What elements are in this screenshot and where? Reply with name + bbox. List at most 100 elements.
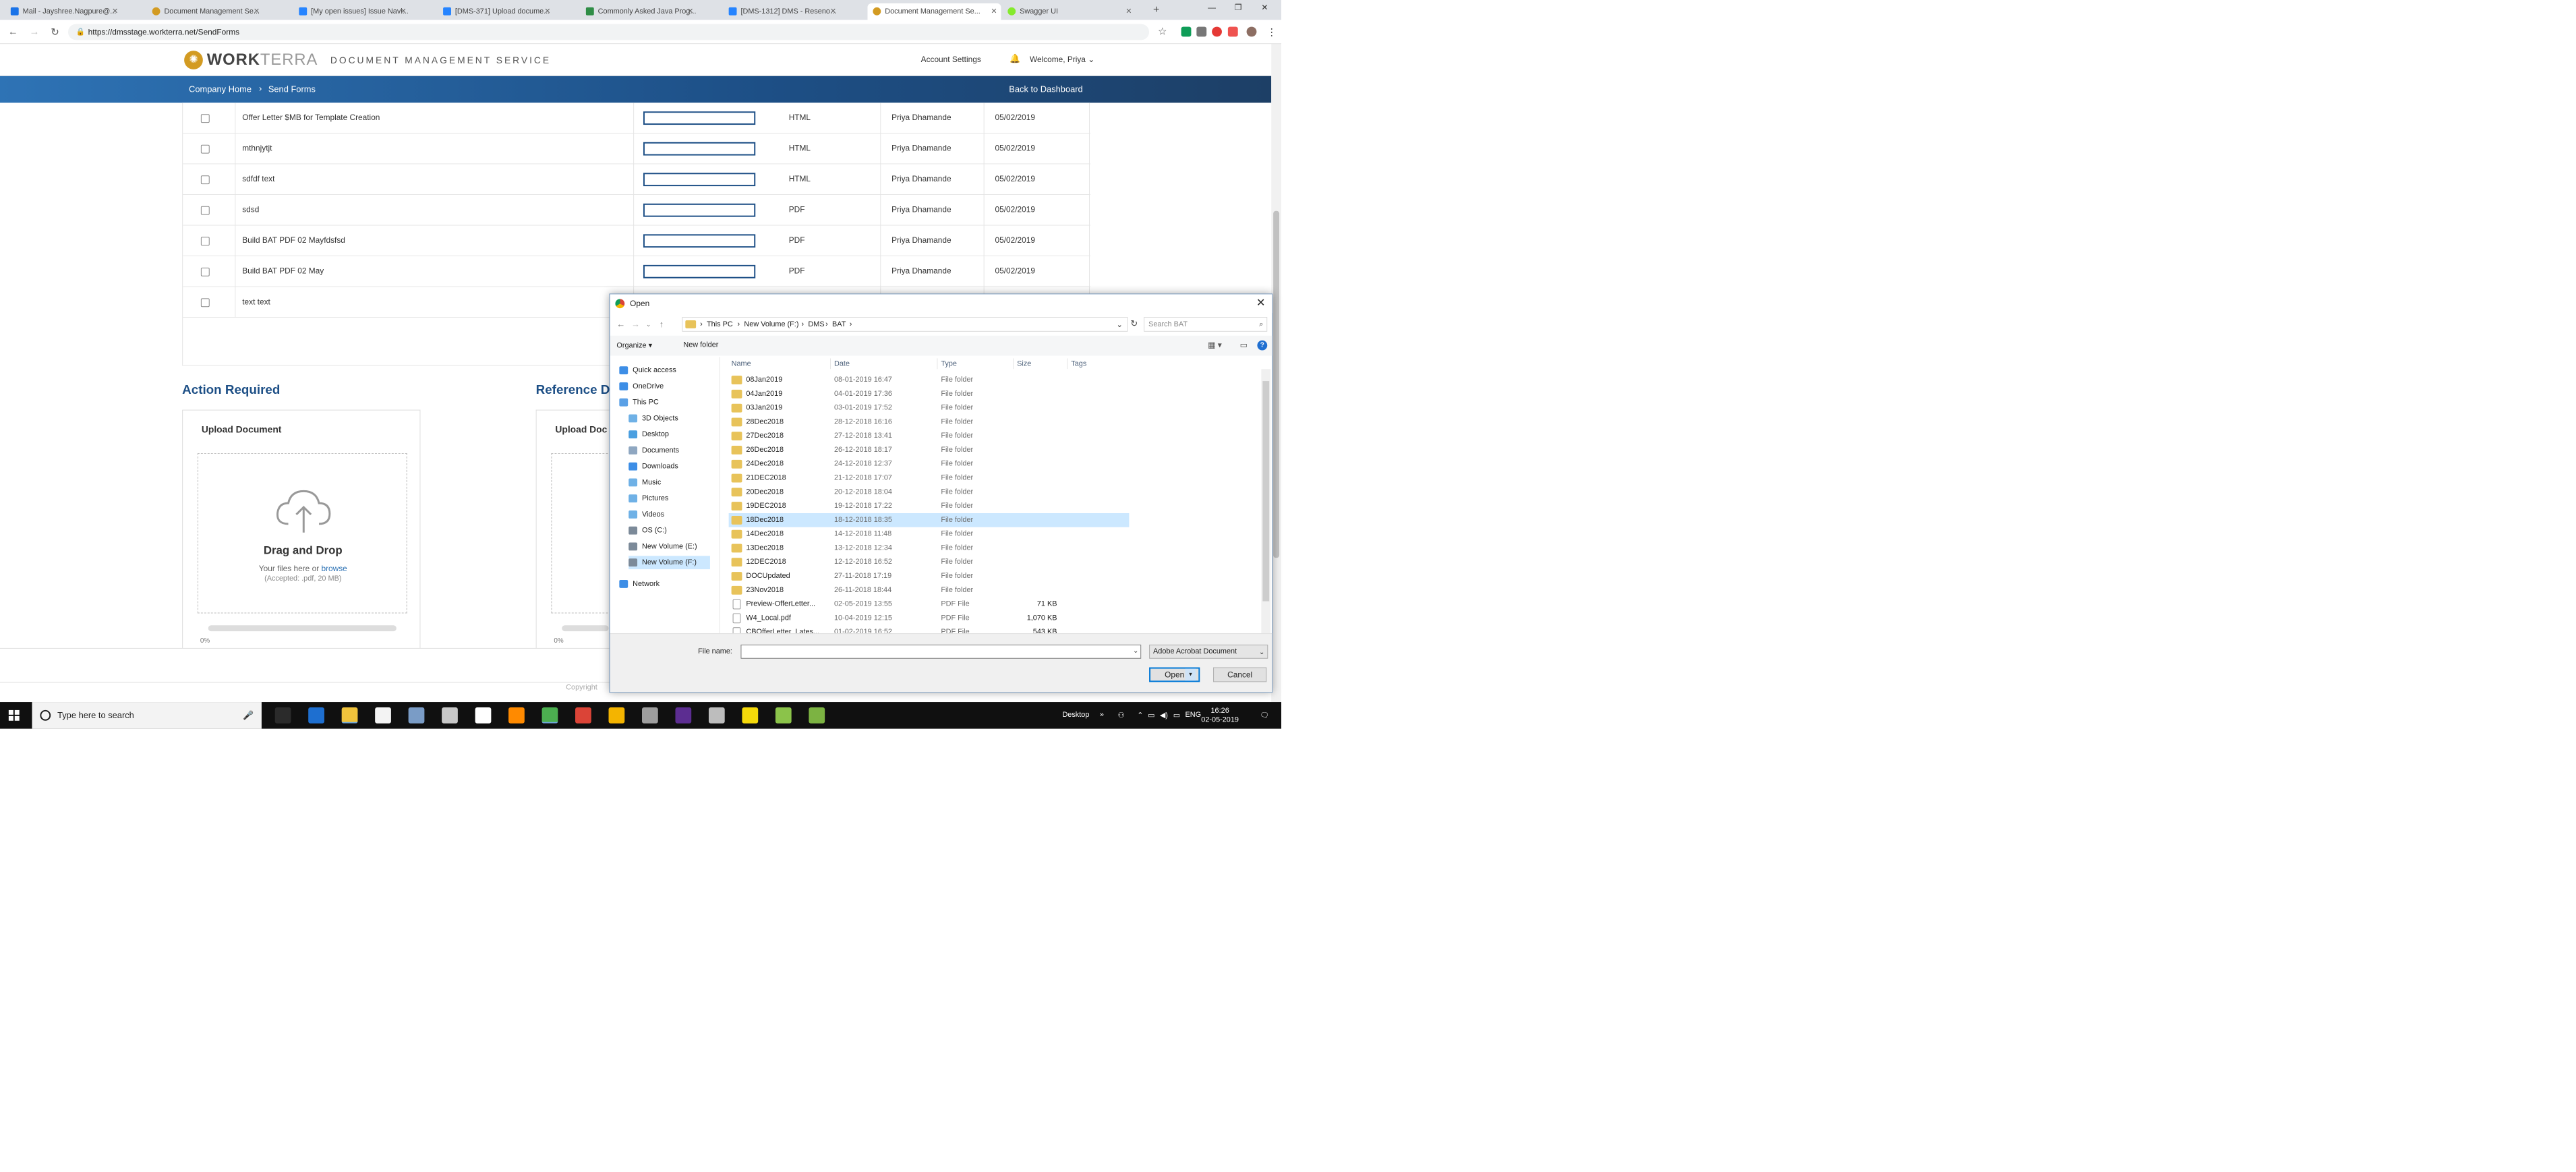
- row-checkbox[interactable]: [200, 144, 210, 154]
- nav-item-desktop[interactable]: Desktop: [628, 428, 669, 441]
- tab-dms-371[interactable]: [DMS-371] Upload docume... ✕: [438, 3, 554, 20]
- column-name[interactable]: Name: [732, 359, 751, 368]
- up-arrow-icon[interactable]: ↑: [660, 319, 664, 329]
- column-type[interactable]: Type: [941, 359, 957, 368]
- help-icon[interactable]: ?: [1257, 340, 1268, 351]
- tab-dms-1312[interactable]: [DMS-1312] DMS - Reseno... ✕: [724, 3, 840, 20]
- nav-item-os-c[interactable]: OS (C:): [628, 524, 667, 537]
- tab-swagger[interactable]: Swagger UI ✕: [1002, 3, 1136, 20]
- chrome-icon[interactable]: [541, 707, 558, 724]
- file-row[interactable]: 26Dec2018 26-12-2018 18:17 File folder: [729, 443, 1130, 457]
- toolbar-chevron-icon[interactable]: »: [1100, 711, 1104, 719]
- breadcrumb-company-home[interactable]: Company Home: [189, 84, 252, 94]
- nav-item-onedrive[interactable]: OneDrive: [619, 380, 664, 393]
- desktop-toolbar-label[interactable]: Desktop: [1062, 711, 1089, 719]
- welcome-menu[interactable]: Welcome, Priya ⌄: [1030, 55, 1094, 64]
- tab-jira-issues[interactable]: [My open issues] Issue Navi... ✕: [293, 3, 410, 20]
- nav-item-new-volume-e[interactable]: New Volume (E:): [628, 540, 697, 554]
- volume-icon[interactable]: ◀): [1160, 711, 1168, 720]
- row-checkbox[interactable]: [200, 267, 210, 276]
- path-breadcrumb[interactable]: › This PC › New Volume (F:) › DMS › BAT …: [682, 317, 1128, 332]
- file-row[interactable]: 19DEC2018 19-12-2018 17:22 File folder: [729, 499, 1130, 513]
- close-icon[interactable]: ✕: [254, 3, 260, 20]
- mail-icon[interactable]: [475, 707, 492, 724]
- notepad-plus-icon[interactable]: [775, 707, 792, 724]
- file-row[interactable]: 18Dec2018 18-12-2018 18:35 File folder: [728, 513, 1130, 527]
- file-row[interactable]: 28Dec2018 28-12-2018 16:16 File folder: [729, 415, 1130, 430]
- back-to-dashboard-link[interactable]: Back to Dashboard: [1009, 84, 1082, 94]
- minimize-button[interactable]: —: [1208, 3, 1216, 12]
- nav-item-videos[interactable]: Videos: [628, 508, 664, 521]
- row-checkbox[interactable]: [200, 206, 210, 215]
- ssms-icon[interactable]: [408, 707, 425, 724]
- windows-start-button[interactable]: [8, 709, 20, 721]
- column-tags[interactable]: Tags: [1071, 359, 1086, 368]
- people-icon[interactable]: ⚇: [1118, 711, 1125, 720]
- app-icon[interactable]: [809, 707, 825, 724]
- address-bar[interactable]: 🔒 https://dmsstage.workterra.net/SendFor…: [67, 24, 1150, 40]
- file-row[interactable]: 12DEC2018 12-12-2018 16:52 File folder: [729, 555, 1130, 569]
- reload-icon[interactable]: ↻: [51, 26, 59, 38]
- file-row[interactable]: 20Dec2018 20-12-2018 18:04 File folder: [729, 485, 1130, 499]
- network-icon[interactable]: ▭: [1148, 711, 1154, 720]
- close-icon[interactable]: ✕: [401, 3, 407, 20]
- organize-menu[interactable]: Organize ▾: [616, 341, 652, 350]
- page-scrollbar[interactable]: [1271, 44, 1282, 707]
- file-row[interactable]: 23Nov2018 26-11-2018 18:44 File folder: [729, 583, 1130, 597]
- window-close-button[interactable]: ✕: [1261, 3, 1268, 12]
- nav-item-downloads[interactable]: Downloads: [628, 460, 678, 473]
- dropzone[interactable]: Drag and Drop Your files here or browse …: [197, 452, 407, 614]
- file-row[interactable]: 14Dec2018 14-12-2018 11:48 File folder: [729, 527, 1130, 541]
- toolbox-icon[interactable]: [442, 707, 458, 724]
- forward-arrow-icon[interactable]: →: [30, 26, 40, 38]
- language-indicator[interactable]: ENG: [1185, 711, 1202, 719]
- workterra-logo[interactable]: ✺ WORK TERRA: [184, 51, 318, 69]
- reference-dropzone[interactable]: [551, 452, 612, 614]
- menu-kebab-icon[interactable]: ⋮: [1266, 26, 1277, 38]
- form-input-field[interactable]: [643, 142, 756, 156]
- forward-arrow-icon[interactable]: →: [631, 319, 640, 329]
- calculator-icon[interactable]: [641, 707, 658, 724]
- close-icon[interactable]: ✕: [1125, 3, 1132, 20]
- chevron-down-icon[interactable]: ⌄: [1133, 647, 1138, 655]
- file-row[interactable]: 03Jan2019 03-01-2019 17:52 File folder: [729, 401, 1130, 415]
- file-explorer-icon[interactable]: [341, 707, 358, 724]
- nav-item-quick-access[interactable]: Quick access: [619, 363, 676, 377]
- file-row[interactable]: 08Jan2019 08-01-2019 16:47 File folder: [729, 373, 1130, 387]
- notification-center-icon[interactable]: 🗨: [1260, 711, 1269, 720]
- close-icon[interactable]: ✕: [687, 3, 693, 20]
- tab-java[interactable]: Commonly Asked Java Prog... ✕: [581, 3, 697, 20]
- sheets-extension-icon[interactable]: [1181, 26, 1192, 37]
- browse-link[interactable]: browse: [321, 564, 347, 573]
- row-checkbox[interactable]: [200, 114, 210, 123]
- new-tab-button[interactable]: +: [1153, 4, 1159, 16]
- chrome-beta-icon[interactable]: [608, 707, 625, 724]
- back-arrow-icon[interactable]: ←: [616, 319, 625, 329]
- column-date[interactable]: Date: [834, 359, 850, 368]
- recent-chevron-icon[interactable]: ⌄: [646, 321, 651, 328]
- preview-pane-icon[interactable]: ▭: [1240, 341, 1248, 350]
- form-input-field[interactable]: [643, 234, 756, 248]
- form-input-field[interactable]: [643, 111, 756, 125]
- close-icon[interactable]: ✕: [991, 3, 997, 20]
- task-view-icon[interactable]: [274, 707, 291, 724]
- chevron-down-icon[interactable]: ⌄: [1117, 320, 1123, 329]
- bell-icon[interactable]: 🔔: [1009, 53, 1020, 64]
- account-settings-link[interactable]: Account Settings: [921, 55, 981, 64]
- taskbar-clock[interactable]: 16:26 02-05-2019: [1201, 706, 1239, 725]
- column-size[interactable]: Size: [1017, 359, 1031, 368]
- file-row[interactable]: Preview-OfferLetter... 02-05-2019 13:55 PD…: [729, 597, 1130, 612]
- page-scrollbar-thumb[interactable]: [1273, 210, 1280, 558]
- cancel-button[interactable]: Cancel: [1213, 667, 1267, 682]
- chrome-alt-icon[interactable]: [575, 707, 591, 724]
- close-icon[interactable]: ✕: [830, 3, 836, 20]
- restore-button[interactable]: ❐: [1235, 3, 1242, 12]
- store-icon[interactable]: [375, 707, 391, 724]
- column-divider[interactable]: [1013, 358, 1014, 370]
- profile-avatar[interactable]: [1246, 26, 1257, 37]
- row-checkbox[interactable]: [200, 237, 210, 246]
- nav-item-3d-objects[interactable]: 3D Objects: [628, 412, 678, 426]
- firefox-icon[interactable]: [508, 707, 525, 724]
- file-row[interactable]: 24Dec2018 24-12-2018 12:37 File folder: [729, 457, 1130, 471]
- nav-item-network[interactable]: Network: [619, 577, 660, 591]
